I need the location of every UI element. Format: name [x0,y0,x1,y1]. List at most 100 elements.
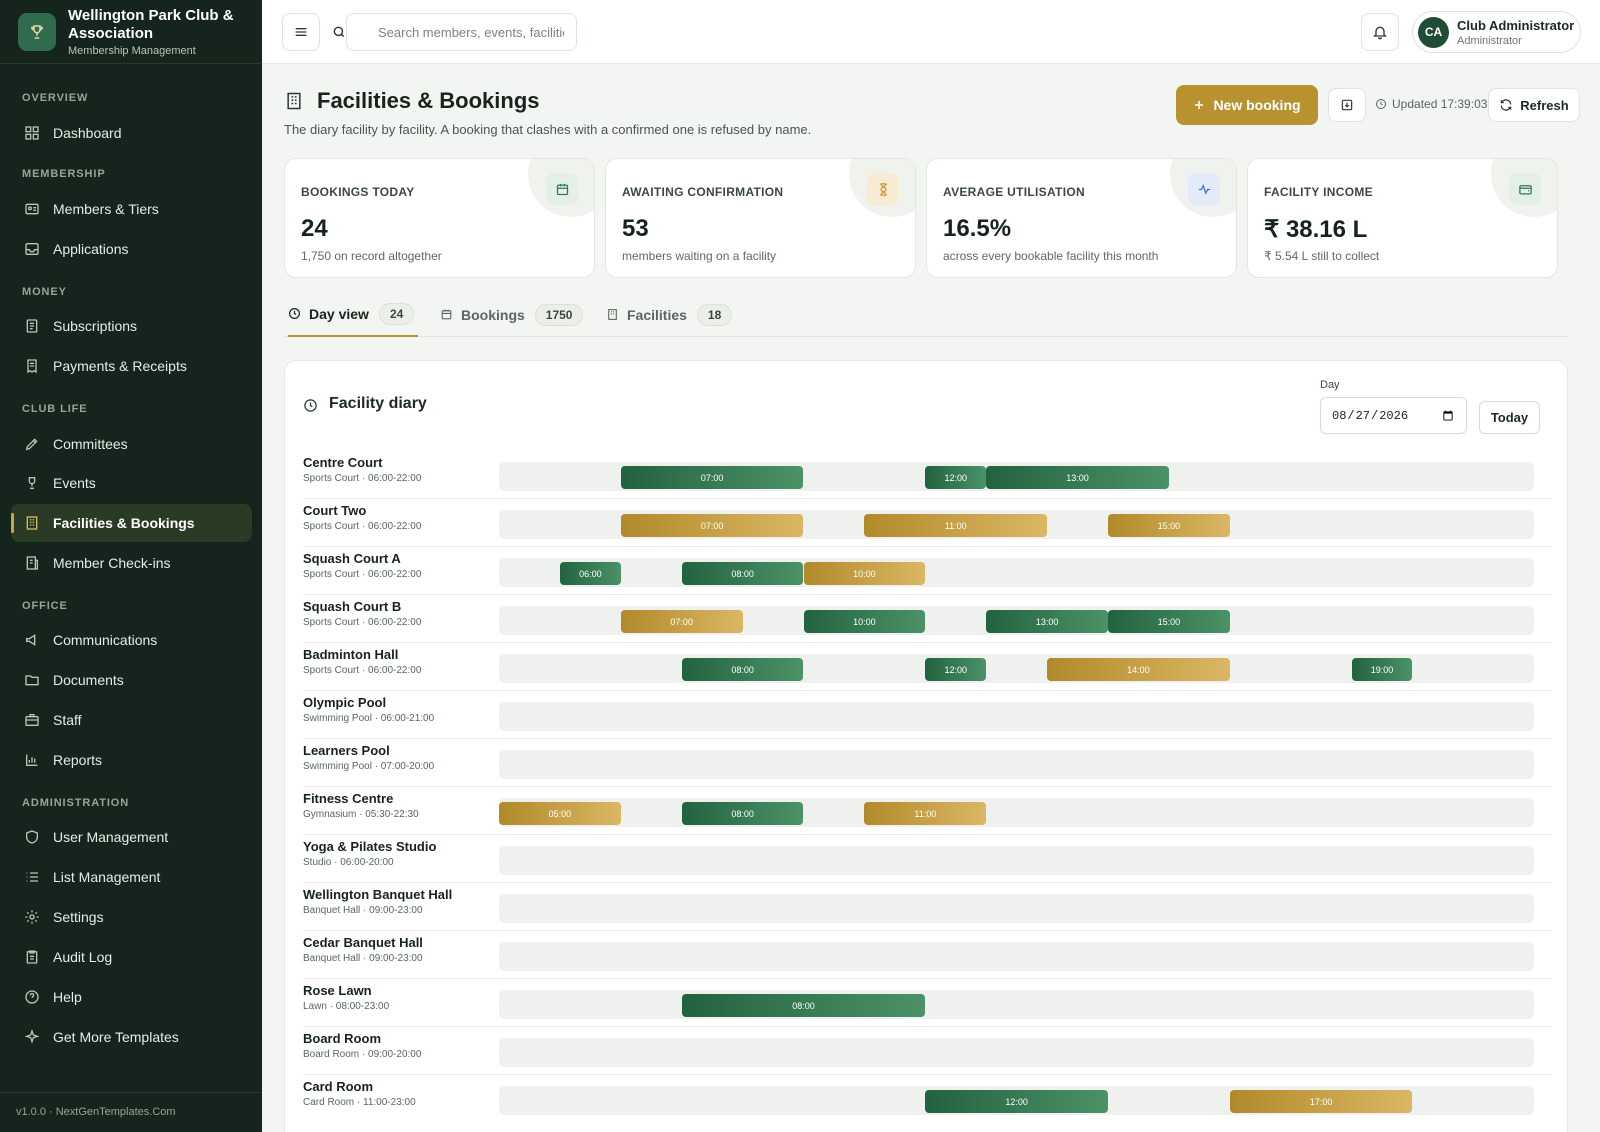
nav-item-payments[interactable]: Payments & Receipts [11,347,252,385]
stat-value: 16.5% [943,215,1012,242]
nav-item-list-management[interactable]: List Management [11,858,252,896]
stat-card-awaiting-confirmation: AWAITING CONFIRMATION 53 members waiting… [605,158,916,278]
new-booking-button[interactable]: New booking [1176,85,1318,125]
notifications-button[interactable] [1361,13,1399,51]
timeline-track[interactable]: 07:00 12:00 13:00 [499,462,1534,491]
facility-row: Squash Court A Sports Court · 06:00-22:00… [303,547,1552,595]
nav-item-help[interactable]: Help [11,978,252,1016]
today-button[interactable]: Today [1479,401,1540,434]
nav-label: Payments & Receipts [53,358,187,374]
timeline-track[interactable]: 08:00 12:00 14:00 19:00 [499,654,1534,683]
booking-block[interactable]: 12:00 [925,466,987,489]
search-input[interactable] [346,13,577,51]
booking-block[interactable]: 11:00 [864,802,987,825]
booking-block[interactable]: 11:00 [864,514,1048,537]
activity-icon [1188,173,1220,205]
booking-block[interactable]: 08:00 [681,994,926,1017]
nav-item-get-more-templates[interactable]: Get More Templates [11,1018,252,1056]
timeline-track[interactable] [499,750,1534,779]
timeline-track[interactable]: 12:00 17:00 [499,1086,1534,1115]
nav-item-settings[interactable]: Settings [11,898,252,936]
booking-block[interactable]: 19:00 [1351,658,1413,681]
refresh-button[interactable]: Refresh [1488,88,1580,122]
day-picker[interactable] [1320,397,1467,434]
facility-meta: Studio · 06:00-20:00 [303,857,394,868]
bell-icon [1372,24,1388,40]
brand-subtitle: Membership Management [68,44,196,57]
sparkle-icon [23,1028,41,1046]
nav-item-dashboard[interactable]: Dashboard [11,114,252,152]
hamburger-icon [293,24,309,40]
booking-block[interactable]: 06:00 [559,562,621,585]
nav-item-subscriptions[interactable]: Subscriptions [11,307,252,345]
facility-row: Board Room Board Room · 09:00-20:00 [303,1027,1552,1075]
nav-item-documents[interactable]: Documents [11,661,252,699]
tab-day-view[interactable]: Day view 24 [288,292,419,337]
booking-block[interactable]: 08:00 [681,658,804,681]
booking-block[interactable]: 17:00 [1229,1090,1413,1113]
timeline-track[interactable]: 06:00 08:00 10:00 [499,558,1534,587]
timeline-track[interactable] [499,846,1534,875]
brand-name: Wellington Park Club & Association [68,6,234,42]
booking-block[interactable]: 14:00 [1047,658,1230,681]
facility-meta: Sports Court · 06:00-22:00 [303,473,422,484]
timeline-track[interactable] [499,942,1534,971]
timeline-track[interactable] [499,702,1534,731]
nav-item-audit-log[interactable]: Audit Log [11,938,252,976]
booking-block[interactable]: 10:00 [803,562,926,585]
calendar-icon [546,173,578,205]
stat-note: members waiting on a facility [622,249,777,263]
booking-block[interactable]: 12:00 [925,658,987,681]
nav-item-user-management[interactable]: User Management [11,818,252,856]
nav-item-members[interactable]: Members & Tiers [11,190,252,228]
facility-name: Wellington Banquet Hall [303,887,453,902]
booking-block[interactable]: 07:00 [620,466,804,489]
document-icon [23,317,41,335]
nav-item-reports[interactable]: Reports [11,741,252,779]
timeline-track[interactable] [499,1038,1534,1067]
booking-block[interactable]: 08:00 [681,562,804,585]
timeline-track[interactable]: 07:00 10:00 13:00 15:00 [499,606,1534,635]
nav-item-check-ins[interactable]: Member Check-ins [11,544,252,582]
tab-bookings[interactable]: Bookings 1750 [440,292,584,337]
booking-block[interactable]: 13:00 [986,610,1108,633]
nav-item-facilities[interactable]: Facilities & Bookings [11,504,252,542]
nav-label: Settings [53,909,104,925]
booking-block[interactable]: 08:00 [681,802,804,825]
view-tabs: Day view 24 Bookings 1750 Facilities 18 [284,292,1568,337]
facility-name: Cedar Banquet Hall [303,935,423,950]
booking-block[interactable]: 07:00 [620,514,804,537]
booking-block[interactable]: 07:00 [620,610,743,633]
tab-facilities[interactable]: Facilities 18 [606,292,733,337]
nav-item-events[interactable]: Events [11,464,252,502]
nav-item-communications[interactable]: Communications [11,621,252,659]
avatar: CA [1418,16,1449,48]
brand: Wellington Park Club & Association Membe… [0,0,262,64]
tab-label: Bookings [461,306,525,323]
briefcase-icon [23,711,41,729]
booking-block[interactable]: 05:00 [499,802,621,825]
day-label: Day [1320,379,1340,391]
nav-item-committees[interactable]: Committees [11,425,252,463]
export-button[interactable] [1328,88,1366,122]
timeline-track[interactable] [499,894,1534,923]
booking-block[interactable]: 13:00 [986,466,1169,489]
nav-label: Staff [53,712,82,728]
menu-button[interactable] [282,13,320,51]
user-menu[interactable]: CA Club Administrator Administrator [1412,11,1581,53]
trophy-icon [23,474,41,492]
timeline-track[interactable]: 07:00 11:00 15:00 [499,510,1534,539]
nav-item-applications[interactable]: Applications [11,230,252,268]
timeline-track[interactable]: 08:00 [499,990,1534,1019]
facility-meta: Swimming Pool · 07:00-20:00 [303,761,435,772]
facility-name: Squash Court A [303,551,401,566]
facility-row: Yoga & Pilates Studio Studio · 06:00-20:0… [303,835,1552,883]
nav-item-staff[interactable]: Staff [11,701,252,739]
booking-block[interactable]: 12:00 [925,1090,1108,1113]
clock-icon [303,398,318,413]
booking-block[interactable]: 15:00 [1108,610,1230,633]
timeline-track[interactable]: 05:00 08:00 11:00 [499,798,1534,827]
updated-text: Updated 17:39:03 [1392,97,1488,111]
booking-block[interactable]: 15:00 [1108,514,1230,537]
booking-block[interactable]: 10:00 [803,610,926,633]
